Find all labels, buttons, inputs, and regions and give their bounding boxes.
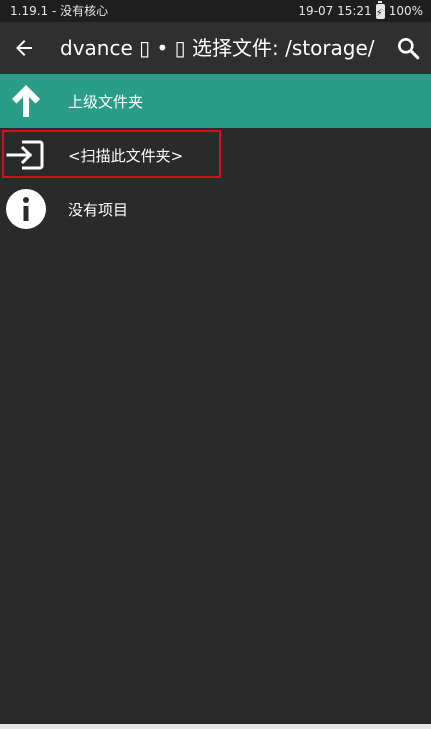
list-item-label: 上级文件夹 xyxy=(68,92,144,111)
status-left-text: 1.19.1 - 没有核心 xyxy=(10,4,109,18)
search-icon[interactable] xyxy=(395,35,421,61)
list-item-parent-folder[interactable]: 上级文件夹 xyxy=(0,74,431,128)
battery-level: 100% xyxy=(388,4,423,18)
list-item-no-items: 没有项目 xyxy=(0,182,431,236)
app-toolbar: dvance ▯ • ▯ 选择文件: /storage/ xyxy=(0,22,431,74)
status-bar: 1.19.1 - 没有核心 19-07 15:21 100% xyxy=(0,0,431,25)
status-time: 19-07 15:21 xyxy=(298,4,372,18)
list-item-label: 没有项目 xyxy=(68,200,129,219)
info-icon xyxy=(6,189,46,229)
back-arrow-icon[interactable] xyxy=(12,36,36,60)
battery-icon xyxy=(375,0,385,25)
page-title: dvance ▯ • ▯ 选择文件: /storage/ xyxy=(60,36,375,60)
bottom-divider xyxy=(0,724,431,729)
arrow-up-icon xyxy=(12,85,40,117)
status-right: 19-07 15:21 100% xyxy=(298,0,423,25)
highlight-box xyxy=(2,130,221,178)
